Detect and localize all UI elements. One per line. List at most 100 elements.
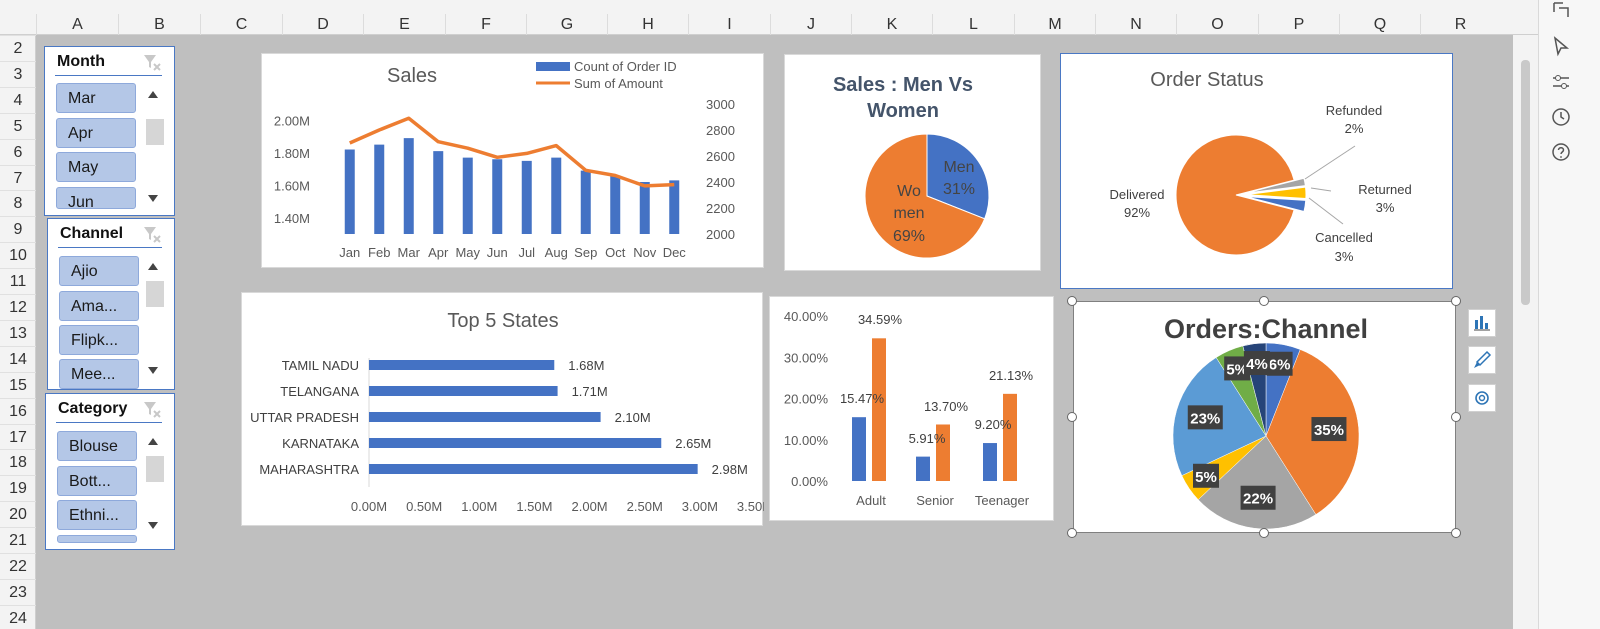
slicer-item-mar[interactable]: Mar: [56, 83, 136, 113]
row-header-4[interactable]: 4: [0, 86, 36, 113]
sales-bar[interactable]: [580, 170, 591, 234]
sales-bar[interactable]: [551, 157, 562, 234]
column-header-k[interactable]: K: [851, 14, 932, 35]
scroll-down-icon[interactable]: [148, 522, 158, 529]
age-bar[interactable]: [872, 338, 886, 481]
column-header-e[interactable]: E: [363, 14, 445, 35]
scroll-down-icon[interactable]: [148, 367, 158, 374]
resize-icon[interactable]: [1549, 0, 1573, 24]
column-header-l[interactable]: L: [932, 14, 1014, 35]
channel-slicer[interactable]: Channel Ajio Ama... Flipk... Mee...: [47, 218, 175, 390]
row-header-7[interactable]: 7: [0, 164, 36, 191]
state-bar[interactable]: [369, 464, 698, 474]
sales-chart[interactable]: Sales Count of Order ID Sum of Amount 2.…: [261, 53, 764, 268]
sales-bar[interactable]: [639, 182, 650, 234]
age-bar[interactable]: [852, 417, 866, 481]
column-header-h[interactable]: H: [607, 14, 688, 35]
state-bar[interactable]: [369, 438, 662, 448]
sales-bar[interactable]: [462, 157, 473, 234]
age-group-chart[interactable]: 40.00% 30.00% 20.00% 10.00% 0.00% 15.47% 34.5…: [769, 296, 1054, 521]
scroll-up-icon[interactable]: [148, 91, 158, 98]
sales-bar[interactable]: [492, 159, 503, 234]
row-header-14[interactable]: 14: [0, 345, 36, 372]
row-header-15[interactable]: 15: [0, 371, 36, 398]
spreadsheet-grid[interactable]: ABCDEFGHIJKLMNOPQR 2 3 4 5 6 7 8 9 10 11 12 13 14 15 1…: [0, 0, 1538, 629]
state-bar[interactable]: [369, 360, 555, 370]
help-icon[interactable]: [1549, 140, 1573, 164]
scroll-up-icon[interactable]: [148, 263, 158, 270]
chart-elements-button[interactable]: [1468, 309, 1496, 337]
row-header-11[interactable]: 11: [0, 268, 36, 294]
row-header-18[interactable]: 18: [0, 449, 36, 475]
column-header-d[interactable]: D: [282, 14, 363, 35]
slicer-item-amazon[interactable]: Ama...: [59, 291, 139, 321]
orders-channel-chart[interactable]: Orders:Channel 6% 35% 22% 5% 23% 5% 4%: [1073, 301, 1456, 533]
scroll-thumb[interactable]: [146, 281, 164, 307]
row-header-2[interactable]: 2: [0, 35, 36, 61]
scroll-thumb[interactable]: [146, 119, 164, 145]
order-status-chart[interactable]: Order Status Refunded 2% Delivered 92% R…: [1060, 53, 1453, 289]
column-header-a[interactable]: A: [36, 14, 118, 35]
slicer-item-partial[interactable]: [57, 535, 137, 543]
month-slicer[interactable]: Month Mar Apr May Jun: [44, 46, 175, 216]
column-header-i[interactable]: I: [688, 14, 770, 35]
clear-filter-icon[interactable]: [140, 398, 162, 420]
row-header-6[interactable]: 6: [0, 138, 36, 165]
category-slicer[interactable]: Category Blouse Bott... Ethni...: [45, 393, 175, 550]
chart-filters-button[interactable]: [1468, 384, 1496, 412]
row-header-19[interactable]: 19: [0, 475, 36, 501]
clear-filter-icon[interactable]: [140, 223, 162, 245]
row-header-17[interactable]: 17: [0, 423, 36, 450]
row-header-3[interactable]: 3: [0, 60, 36, 87]
sales-bar[interactable]: [403, 138, 414, 234]
sales-bar[interactable]: [374, 144, 385, 234]
slicer-item-ajio[interactable]: Ajio: [59, 256, 139, 286]
column-header-p[interactable]: P: [1258, 14, 1339, 35]
slicer-item-apr[interactable]: Apr: [56, 118, 136, 148]
sales-bar[interactable]: [521, 160, 532, 234]
column-header-q[interactable]: Q: [1339, 14, 1420, 35]
history-icon[interactable]: [1549, 105, 1573, 129]
column-header-m[interactable]: M: [1014, 14, 1095, 35]
state-bar[interactable]: [369, 412, 601, 422]
sales-bar[interactable]: [433, 151, 444, 234]
column-header-n[interactable]: N: [1095, 14, 1176, 35]
sales-bar[interactable]: [344, 149, 355, 235]
slicer-item-flipkart[interactable]: Flipk...: [59, 325, 139, 355]
scroll-down-icon[interactable]: [148, 195, 158, 202]
slicer-item-jun[interactable]: Jun: [56, 187, 136, 209]
state-bar[interactable]: [369, 386, 558, 396]
sales-bar[interactable]: [610, 175, 621, 235]
column-header-j[interactable]: J: [770, 14, 851, 35]
vertical-scrollbar[interactable]: [1513, 35, 1538, 629]
scroll-thumb[interactable]: [146, 456, 164, 482]
row-header-21[interactable]: 21: [0, 527, 36, 553]
row-header-22[interactable]: 22: [0, 553, 36, 579]
row-header-20[interactable]: 20: [0, 501, 36, 527]
row-header-9[interactable]: 9: [0, 216, 36, 242]
age-bar[interactable]: [916, 456, 930, 481]
slicer-item-meesho[interactable]: Mee...: [59, 359, 139, 389]
age-bar[interactable]: [983, 443, 997, 481]
column-header-g[interactable]: G: [526, 14, 607, 35]
slicer-item-ethnic[interactable]: Ethni...: [57, 500, 137, 530]
amount-line[interactable]: [349, 116, 675, 188]
clear-filter-icon[interactable]: [140, 51, 162, 73]
vertical-scroll-thumb[interactable]: [1521, 60, 1530, 305]
slicer-item-blouse[interactable]: Blouse: [57, 431, 137, 461]
top-states-chart[interactable]: Top 5 States TAMIL NADU 1.68M TELANGANA 1.7…: [241, 292, 773, 526]
row-header-8[interactable]: 8: [0, 190, 36, 216]
row-header-5[interactable]: 5: [0, 112, 36, 139]
column-header-f[interactable]: F: [445, 14, 526, 35]
sales-bar[interactable]: [669, 180, 680, 234]
column-header-r[interactable]: R: [1420, 14, 1500, 35]
slicer-item-bottom[interactable]: Bott...: [57, 466, 137, 496]
row-header-13[interactable]: 13: [0, 319, 36, 346]
row-header-16[interactable]: 16: [0, 397, 36, 424]
slicer-item-may[interactable]: May: [56, 152, 136, 182]
column-header-b[interactable]: B: [118, 14, 200, 35]
column-header-o[interactable]: O: [1176, 14, 1258, 35]
row-header-10[interactable]: 10: [0, 242, 36, 268]
sliders-icon[interactable]: [1549, 70, 1573, 94]
row-header-12[interactable]: 12: [0, 294, 36, 320]
